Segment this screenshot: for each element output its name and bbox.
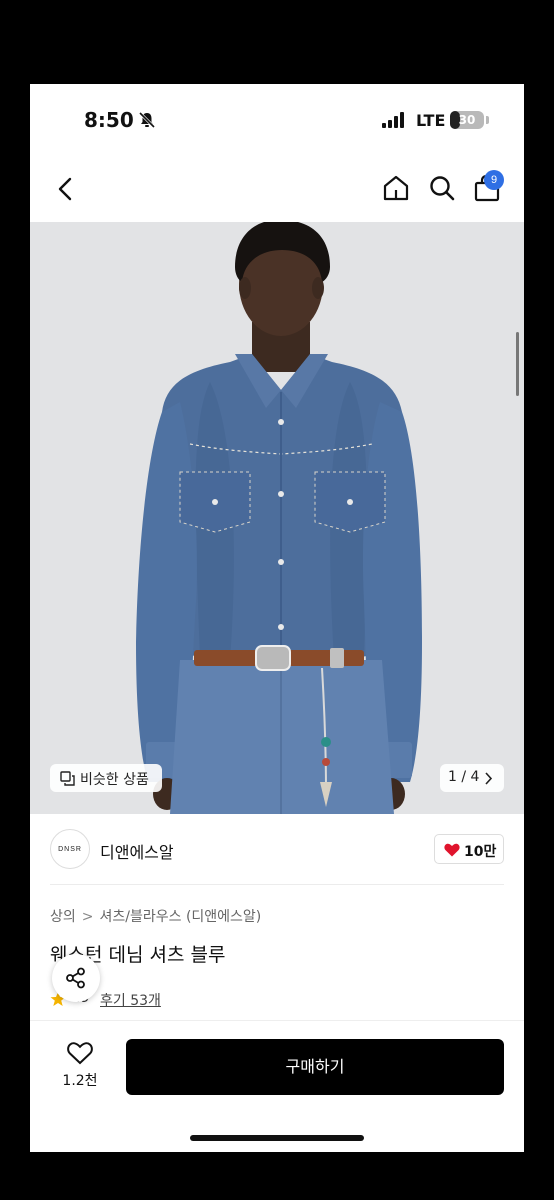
chevron-right-icon [485,772,493,785]
share-button[interactable] [52,954,100,1002]
product-photo [30,222,524,814]
purchase-bar: 1.2천 구매하기 [30,1020,524,1152]
image-counter-button[interactable]: 1 / 4 [440,764,504,792]
similar-products-button[interactable]: 비슷한 상품 [50,764,162,792]
cart-count-badge: 9 [484,170,504,190]
scroll-indicator[interactable] [516,332,519,396]
battery-percent: 30 [458,113,476,127]
search-icon[interactable] [428,174,456,202]
silent-bell-icon [138,111,156,129]
wishlist-count: 1.2천 [62,1073,98,1089]
brand-like-count: 10만 [464,844,497,860]
brand-like-button[interactable]: 10만 [434,834,504,864]
breadcrumb: 상의 > 셔츠/블라우스 (디앤에스알) [50,906,261,926]
battery-tip [486,116,489,124]
image-counter: 1 / 4 [448,769,480,785]
battery-indicator: 30 [450,111,484,129]
home-indicator [190,1135,364,1141]
status-time: 8:50 [84,108,134,132]
share-icon [66,967,85,989]
breadcrumb-item[interactable]: 상의 [50,909,76,925]
similar-products-label: 비슷한 상품 [80,772,149,788]
brand-name[interactable]: 디앤에스알 [100,839,174,863]
brand-row: DNSR 디앤에스알 10만 [30,814,524,884]
home-icon[interactable] [382,174,410,202]
divider [50,884,504,885]
buy-button[interactable]: 구매하기 [126,1039,504,1095]
wishlist-button[interactable]: 1.2천 [52,1041,108,1093]
similar-items-icon [60,771,75,786]
network-type: LTE [416,111,446,130]
product-image-carousel[interactable]: 비슷한 상품 1 / 4 [30,222,524,814]
status-bar: 8:50 LTE 30 [30,84,524,152]
review-count-link[interactable]: 후기 53개 [100,990,161,1010]
back-arrow-icon[interactable] [54,174,78,204]
heart-outline-icon [67,1042,93,1065]
breadcrumb-item[interactable]: 셔츠/블라우스 (디앤에스알) [100,909,262,925]
breadcrumb-separator: > [81,909,94,925]
cellular-signal-icon [382,112,404,128]
brand-logo[interactable]: DNSR [50,829,90,869]
top-nav: 9 [30,152,524,222]
phone-screen: 8:50 LTE 30 9 비슷한 상품 1 / 4 DNSR 디앤에스알 10… [30,84,524,1152]
heart-filled-icon [444,843,460,857]
